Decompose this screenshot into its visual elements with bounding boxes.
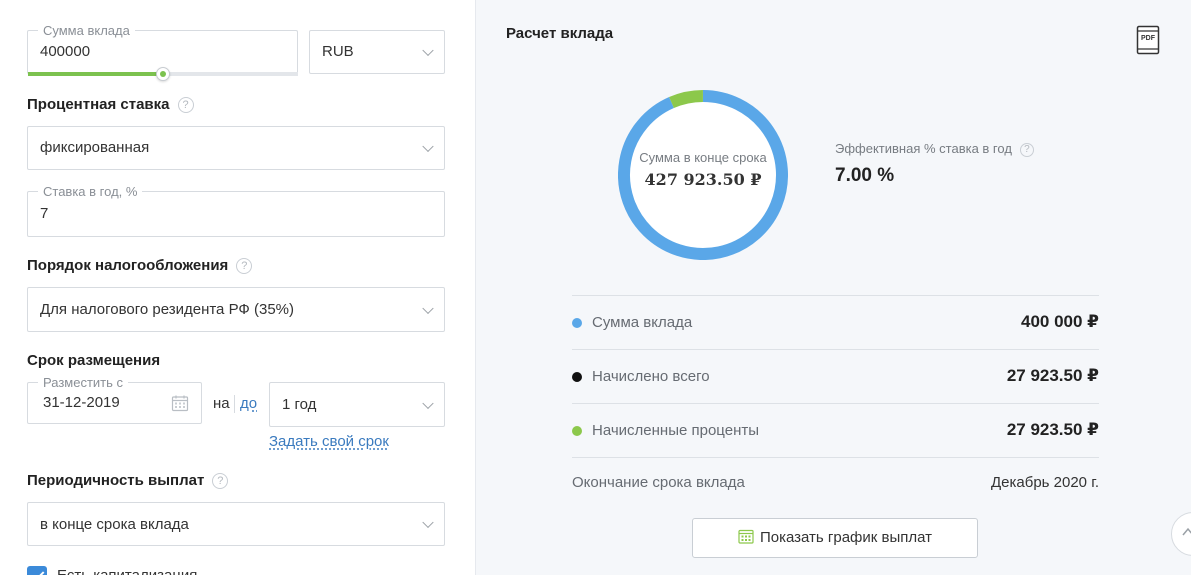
deposit-result-panel: Расчет вклада PDF Сумма в конце срока 42… [476, 0, 1191, 575]
chevron-down-icon [422, 302, 434, 314]
annual-rate-value: 7 [40, 205, 49, 222]
effective-rate-value: 7.00 % [835, 165, 895, 186]
row-divider [572, 349, 1099, 350]
interest-rate-title: Процентная ставка? [27, 96, 194, 114]
rate-type-select[interactable]: фиксированная [27, 126, 445, 170]
result-title: Расчет вклада [506, 25, 614, 42]
result-row-value: 400 000 ₽ [1020, 312, 1099, 331]
row-divider [572, 457, 1099, 458]
deposit-amount-slider[interactable] [28, 67, 298, 81]
deposit-amount-slider-handle[interactable] [156, 67, 170, 81]
show-schedule-button[interactable]: Показать график выплат [692, 518, 978, 558]
interest-rate-title-text: Процентная ставка [27, 96, 170, 113]
annual-rate-label: Ставка в год, % [38, 184, 143, 199]
effective-rate-label: Эффективная % ставка в год? [835, 141, 1034, 157]
help-icon[interactable]: ? [177, 97, 194, 114]
donut-center-label: Сумма в конце срока [639, 150, 767, 165]
row-divider [572, 295, 1099, 296]
row-divider [572, 403, 1099, 404]
payout-frequency-select[interactable]: в конце срока вклада [27, 502, 445, 546]
custom-term-link[interactable]: Задать свой срок [269, 433, 389, 450]
currency-select[interactable]: RUB [309, 30, 445, 74]
chevron-down-icon [422, 140, 434, 153]
show-schedule-label: Показать график выплат [759, 529, 933, 546]
deposit-form-panel: Сумма вклада 400000 RUB Процентная ставк… [0, 0, 476, 575]
rate-type-value: фиксированная [40, 139, 150, 156]
chevron-down-icon [422, 44, 434, 57]
deposit-amount-slider-fill [28, 72, 163, 76]
term-duration-select[interactable]: 1 год [269, 382, 445, 427]
legend-dot-green [572, 426, 582, 436]
chevron-down-icon [422, 516, 434, 529]
calendar-icon[interactable] [171, 394, 189, 412]
result-row-label: Начислено всего [592, 368, 710, 385]
result-row-label: Сумма вклада [592, 314, 693, 331]
taxation-value: Для налогового резидента РФ (35%) [40, 301, 294, 318]
annual-rate-field[interactable]: Ставка в год, % 7 [27, 184, 445, 237]
end-date-label: Окончание срока вклада [572, 474, 745, 491]
effective-rate-label-text: Эффективная % ставка в год [835, 141, 1012, 156]
help-icon[interactable]: ? [1019, 142, 1034, 157]
term-duration-value: 1 год [282, 396, 317, 413]
pdf-icon-text: PDF [1141, 35, 1155, 42]
capitalization-checkbox[interactable] [27, 566, 47, 575]
result-row-label: Начисленные проценты [592, 422, 759, 439]
payout-frequency-title-text: Периодичность выплат [27, 472, 205, 489]
taxation-title-text: Порядок налогообложения [27, 257, 229, 274]
donut-interest-arc [669, 90, 704, 109]
chevron-up-icon [1182, 527, 1191, 536]
result-row-value: 27 923.50 ₽ [1006, 366, 1099, 385]
currency-value: RUB [322, 43, 354, 60]
result-row-value: 27 923.50 ₽ [1006, 420, 1099, 439]
end-date-value: Декабрь 2020 г. [991, 474, 1099, 491]
chevron-down-icon [422, 397, 434, 409]
scroll-top-button[interactable] [1171, 512, 1191, 556]
taxation-select[interactable]: Для налогового резидента РФ (35%) [27, 287, 445, 332]
deposit-amount-value: 400000 [40, 43, 91, 60]
deposit-amount-label: Сумма вклада [38, 23, 135, 38]
term-separator [234, 395, 235, 413]
term-until-link[interactable]: до [240, 395, 257, 412]
term-on-text: на [213, 395, 230, 412]
start-date-field[interactable]: Разместить с 31-12-2019 [27, 375, 202, 424]
legend-dot-black [572, 372, 582, 382]
legend-dot-blue [572, 318, 582, 328]
capitalization-label: Есть капитализация [57, 567, 197, 575]
taxation-title: Порядок налогообложения? [27, 257, 253, 275]
term-title: Срок размещения [27, 352, 161, 369]
calendar-icon [738, 529, 754, 544]
start-date-value: 31-12-2019 [43, 394, 120, 411]
help-icon[interactable]: ? [212, 473, 229, 490]
pdf-icon[interactable]: PDF [1136, 25, 1160, 55]
payout-frequency-title: Периодичность выплат? [27, 472, 229, 490]
help-icon[interactable]: ? [236, 258, 253, 275]
donut-center-value: 427 923.50 ₽ [644, 170, 762, 189]
payout-frequency-value: в конце срока вклада [40, 516, 189, 533]
start-date-label: Разместить с [38, 375, 129, 390]
